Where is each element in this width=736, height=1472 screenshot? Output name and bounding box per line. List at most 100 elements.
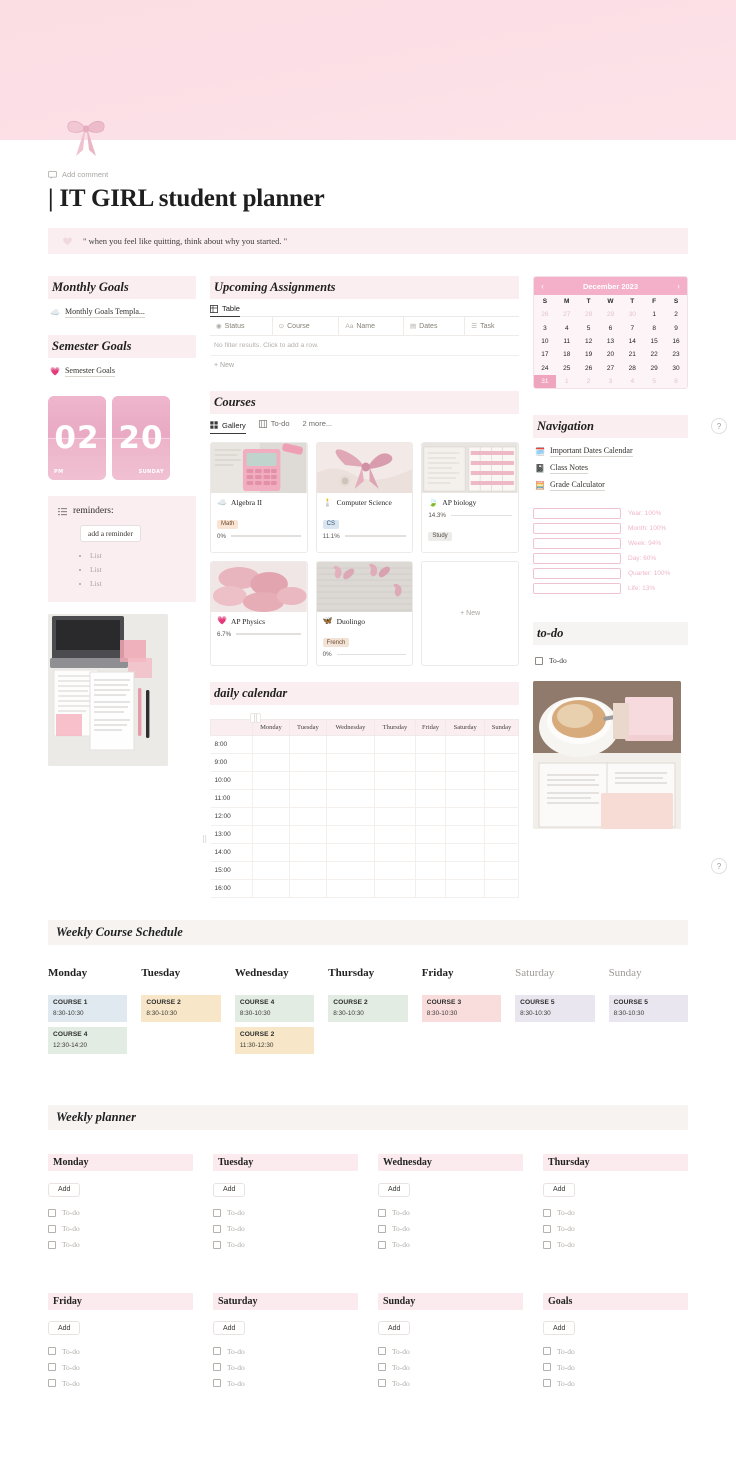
schedule-slot[interactable]: COURSE 3 8:30-10:30: [421, 995, 502, 1022]
schedule-slot[interactable]: COURSE 5 8:30-10:30: [515, 995, 595, 1022]
calendar-day[interactable]: 28: [621, 362, 643, 375]
checkbox-icon[interactable]: [213, 1224, 221, 1233]
planner-todo[interactable]: To-do: [378, 1237, 523, 1253]
calendar-cell[interactable]: [414, 825, 447, 844]
calendar-day[interactable]: 6: [600, 321, 622, 334]
calendar-cell[interactable]: [374, 861, 416, 880]
calendar-cell[interactable]: [288, 789, 327, 808]
calendar-day[interactable]: 27: [556, 308, 578, 321]
tab-table[interactable]: Table: [210, 304, 240, 317]
calendar-cell[interactable]: [325, 771, 376, 790]
calendar-cell[interactable]: [374, 735, 416, 754]
tab-todo[interactable]: To-do: [258, 419, 290, 431]
calendar-day[interactable]: 20: [600, 348, 622, 361]
planner-todo[interactable]: To-do: [378, 1359, 523, 1375]
add-comment-button[interactable]: Add comment: [48, 170, 688, 179]
planner-todo[interactable]: To-do: [213, 1359, 358, 1375]
schedule-slot[interactable]: COURSE 2 8:30-10:30: [141, 995, 221, 1022]
list-item[interactable]: List: [90, 549, 186, 563]
checkbox-icon[interactable]: [543, 1379, 551, 1387]
calendar-cell[interactable]: [288, 771, 327, 790]
calendar-day[interactable]: 23: [665, 348, 687, 361]
calendar-cell[interactable]: [325, 807, 376, 826]
calendar-cell[interactable]: [445, 735, 486, 754]
column-course[interactable]: ⊙ Course: [272, 317, 340, 336]
calendar-cell[interactable]: [374, 753, 416, 772]
calendar-day[interactable]: 8: [643, 321, 665, 334]
calendar-cell[interactable]: [325, 825, 376, 844]
calendar-day[interactable]: 25: [556, 362, 578, 375]
calendar-day[interactable]: 18: [556, 348, 578, 361]
calendar-cell[interactable]: [414, 843, 447, 862]
checkbox-icon[interactable]: [213, 1208, 221, 1217]
calendar-cell[interactable]: [252, 771, 290, 790]
calendar-day[interactable]: 29: [643, 362, 665, 375]
calendar-cell[interactable]: [445, 825, 486, 844]
calendar-day[interactable]: 4: [621, 375, 643, 388]
calendar-day-today[interactable]: 31: [534, 374, 556, 389]
planner-todo[interactable]: To-do: [213, 1221, 358, 1237]
calendar-cell[interactable]: [414, 771, 447, 790]
calendar-day[interactable]: 2: [665, 308, 687, 321]
calendar-cell[interactable]: [288, 843, 327, 862]
calendar-cell[interactable]: [484, 825, 519, 844]
planner-todo[interactable]: To-do: [543, 1375, 688, 1391]
next-month-button[interactable]: ›: [677, 281, 680, 291]
calendar-cell[interactable]: [325, 753, 376, 772]
calendar-day[interactable]: 27: [600, 362, 622, 375]
semester-goals-link[interactable]: 💗 Semester Goals: [48, 363, 196, 380]
add-reminder-button[interactable]: add a reminder: [80, 525, 141, 542]
calendar-cell[interactable]: [325, 879, 376, 898]
checkbox-icon[interactable]: [48, 1347, 56, 1355]
schedule-slot[interactable]: COURSE 2 11:30-12:30: [234, 1027, 315, 1054]
tab-gallery[interactable]: Gallery: [210, 421, 246, 434]
calendar-cell[interactable]: [374, 771, 416, 790]
calendar-cell[interactable]: [288, 753, 327, 772]
calendar-day[interactable]: 13: [600, 335, 622, 348]
calendar-cell[interactable]: [414, 879, 447, 898]
planner-todo[interactable]: To-do: [543, 1359, 688, 1375]
calendar-cell[interactable]: [414, 735, 447, 754]
calendar-day[interactable]: 10: [534, 335, 556, 348]
planner-todo[interactable]: To-do: [213, 1237, 358, 1253]
list-item[interactable]: List: [90, 563, 186, 577]
checkbox-icon[interactable]: [48, 1363, 56, 1371]
checkbox-icon[interactable]: [48, 1224, 56, 1233]
planner-todo[interactable]: To-do: [48, 1237, 193, 1253]
calendar-cell[interactable]: [325, 735, 376, 754]
column-task[interactable]: ☰ Task: [464, 317, 519, 336]
new-course-card-button[interactable]: + New: [421, 560, 519, 666]
list-item[interactable]: List: [90, 577, 186, 591]
calendar-day[interactable]: 28: [578, 308, 600, 321]
planner-todo[interactable]: To-do: [543, 1221, 688, 1237]
calendar-cell[interactable]: [252, 825, 290, 844]
calendar-day[interactable]: 30: [621, 308, 643, 321]
calendar-day[interactable]: 4: [556, 321, 578, 334]
monthly-goals-link[interactable]: ☁️ Monthly Goals Templa...: [48, 304, 196, 321]
calendar-cell[interactable]: [414, 807, 447, 826]
calendar-cell[interactable]: [445, 807, 486, 826]
planner-todo[interactable]: To-do: [48, 1221, 193, 1237]
calendar-cell[interactable]: [445, 879, 486, 898]
add-task-button[interactable]: Add: [213, 1321, 246, 1335]
calendar-day[interactable]: 1: [556, 375, 578, 388]
schedule-slot[interactable]: COURSE 1 8:30-10:30: [48, 995, 128, 1022]
calendar-day[interactable]: 6: [665, 375, 687, 388]
course-card[interactable]: 🕯️ Computer Science CS 11.1%: [315, 442, 414, 553]
calendar-day[interactable]: 16: [665, 335, 687, 348]
calendar-cell[interactable]: [252, 861, 290, 880]
calendar-cell[interactable]: [288, 825, 327, 844]
calendar-day[interactable]: 15: [643, 335, 665, 348]
planner-todo[interactable]: To-do: [48, 1375, 193, 1391]
calendar-cell[interactable]: [252, 807, 290, 826]
calendar-cell[interactable]: [414, 861, 447, 880]
calendar-day[interactable]: 24: [534, 362, 556, 375]
calendar-day[interactable]: 2: [578, 375, 600, 388]
calendar-cell[interactable]: [252, 789, 290, 808]
checkbox-icon[interactable]: [535, 656, 543, 665]
checkbox-icon[interactable]: [378, 1224, 386, 1233]
schedule-slot[interactable]: COURSE 2 8:30-10:30: [328, 995, 408, 1022]
todo-item[interactable]: To-do: [533, 650, 688, 671]
calendar-cell[interactable]: [484, 735, 519, 754]
checkbox-icon[interactable]: [378, 1363, 386, 1371]
